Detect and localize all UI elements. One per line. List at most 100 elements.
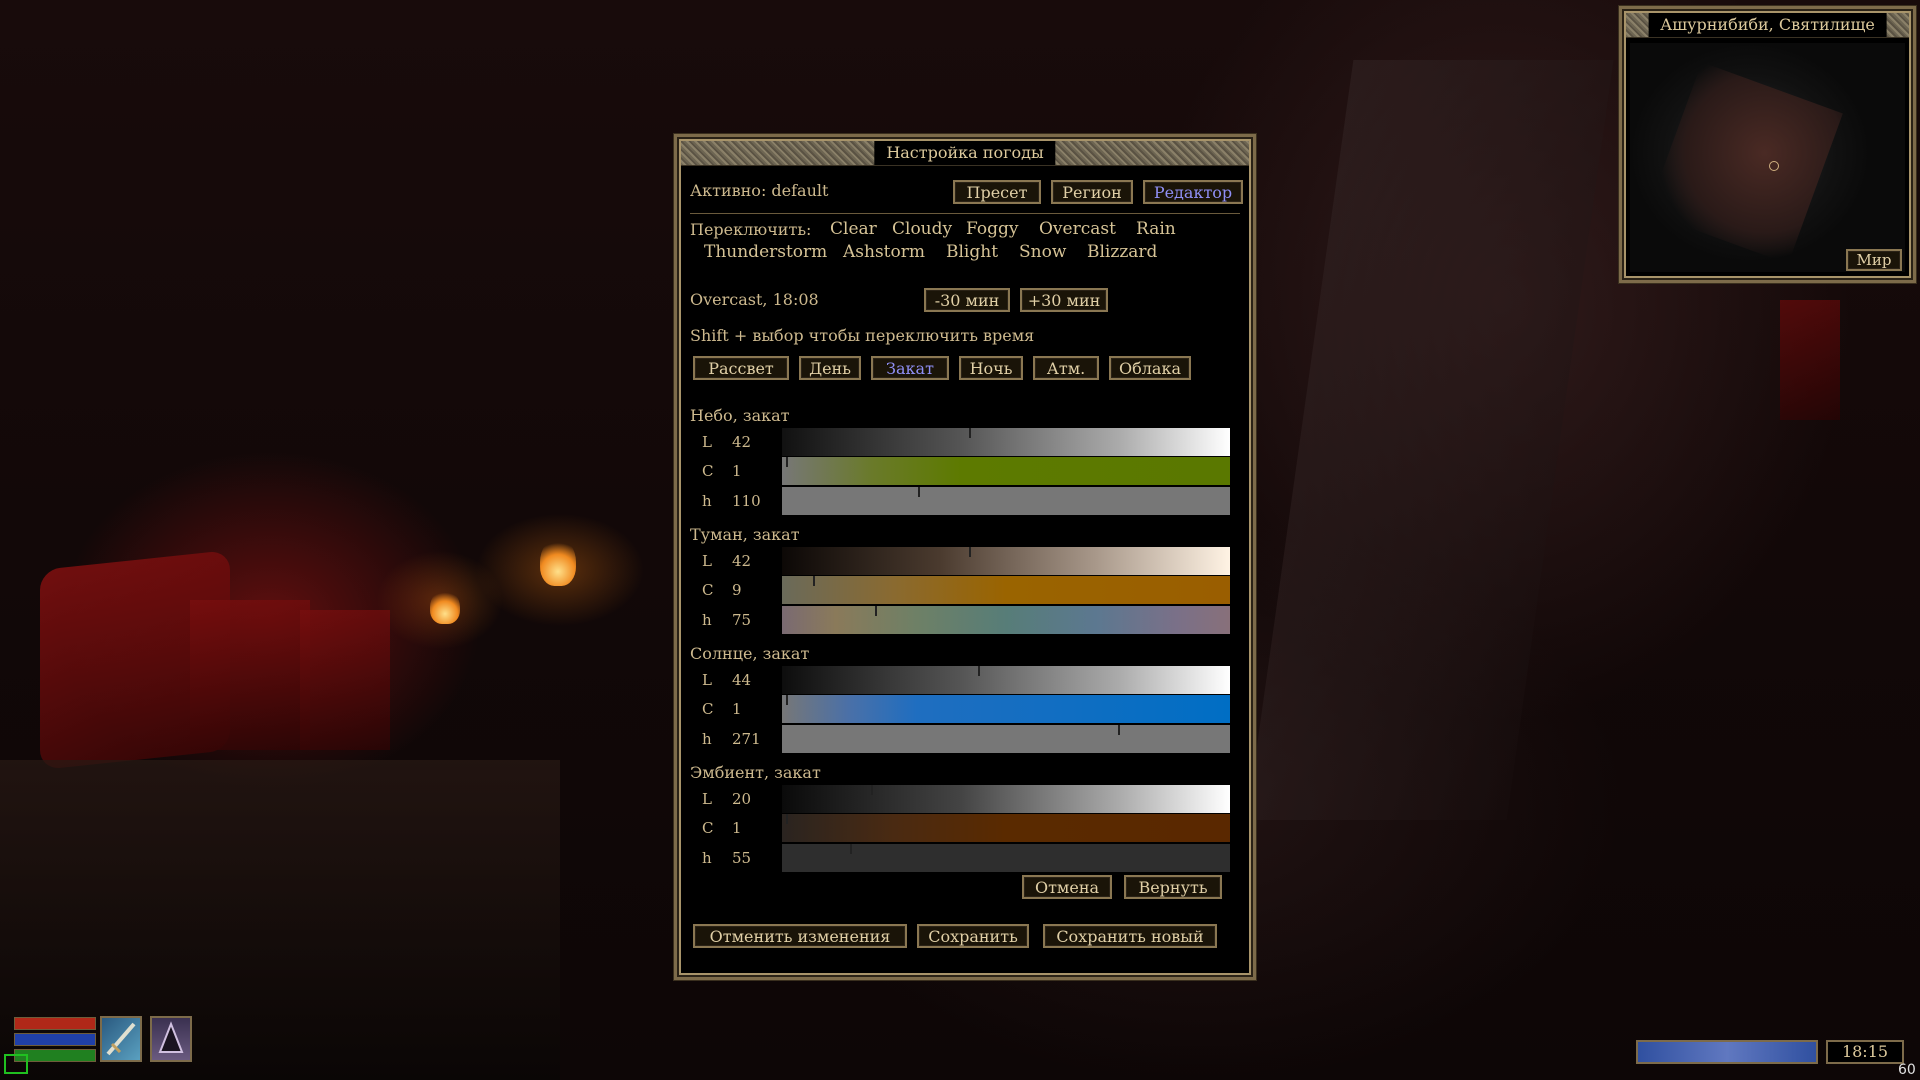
weather-cloudy[interactable]: Cloudy (892, 219, 952, 239)
rock-pillar-right (1246, 60, 1614, 820)
minimap-terrain (1647, 62, 1843, 264)
row-value: 42 (732, 433, 752, 451)
slider-handle[interactable] (786, 457, 788, 467)
row-label: C (702, 581, 714, 599)
weather-window-titlebar[interactable]: Настройка погоды (681, 141, 1249, 166)
dagger-icon-glyph (106, 1022, 136, 1056)
fog-lightness-slider[interactable] (782, 547, 1230, 575)
row-value: 1 (732, 700, 742, 718)
slider-handle[interactable] (978, 666, 980, 676)
torch-flame-2 (430, 590, 460, 624)
sun-chroma-slider[interactable] (782, 695, 1230, 723)
fog-hue-slider[interactable] (782, 606, 1230, 634)
row-value: 42 (732, 552, 752, 570)
shrine-spell-glyph (158, 1021, 184, 1053)
sky-hue-slider[interactable] (782, 487, 1230, 515)
slider-handle[interactable] (918, 487, 920, 497)
row-value: 1 (732, 819, 742, 837)
dagger-icon[interactable] (100, 1016, 142, 1062)
weather-foggy[interactable]: Foggy (966, 219, 1018, 239)
sun-hue-slider[interactable] (782, 725, 1230, 753)
tab-preset[interactable]: Пресет (953, 180, 1041, 204)
slider-handle[interactable] (786, 814, 788, 824)
row-value: 271 (732, 730, 761, 748)
cancel-button[interactable]: Отмена (1022, 875, 1112, 899)
weather-thunderstorm[interactable]: Thunderstorm (704, 242, 827, 262)
active-effects-bar (1636, 1040, 1818, 1064)
red-tapestry-left (40, 550, 230, 770)
ambient-lightness-slider[interactable] (782, 785, 1230, 813)
tab-day[interactable]: День (799, 356, 861, 380)
row-value: 75 (732, 611, 752, 629)
row-label: C (702, 700, 714, 718)
tab-editor[interactable]: Редактор (1143, 180, 1243, 204)
weather-rain[interactable]: Rain (1136, 219, 1176, 239)
magicka-bar (14, 1033, 96, 1046)
clock-box: 18:15 (1826, 1040, 1904, 1064)
row-label: h (702, 730, 712, 748)
row-label: L (702, 671, 712, 689)
row-label: L (702, 790, 712, 808)
ambient-hue-slider[interactable] (782, 844, 1230, 872)
stone-floor (0, 760, 560, 1080)
minimap-title: Ашурнибиби, Святилище (1648, 13, 1887, 37)
section-title-ambient: Эмбиент, закат (690, 763, 821, 782)
weather-ashstorm[interactable]: Ashstorm (843, 242, 925, 262)
weather-blizzard[interactable]: Blizzard (1087, 242, 1157, 262)
switch-label: Переключить: (690, 220, 812, 239)
revert-button[interactable]: Вернуть (1124, 875, 1222, 899)
row-label: C (702, 819, 714, 837)
red-tapestry-right (300, 610, 390, 750)
slider-handle[interactable] (850, 844, 852, 854)
sky-chroma-slider[interactable] (782, 457, 1230, 485)
tab-region[interactable]: Регион (1051, 180, 1133, 204)
save-button[interactable]: Сохранить (917, 924, 1029, 948)
world-map-button[interactable]: Мир (1846, 249, 1902, 271)
slider-handle[interactable] (813, 576, 815, 586)
tab-sunset[interactable]: Закат (871, 356, 949, 380)
row-value: 9 (732, 581, 742, 599)
active-preset-label: Активно: default (690, 181, 829, 200)
minimap-view[interactable] (1630, 43, 1905, 272)
row-value: 20 (732, 790, 752, 808)
header-divider (690, 213, 1240, 214)
section-title-fog: Туман, закат (690, 525, 800, 544)
tab-atmosphere[interactable]: Атм. (1033, 356, 1099, 380)
slider-handle[interactable] (969, 428, 971, 438)
ambient-chroma-slider[interactable] (782, 814, 1230, 842)
time-plus-button[interactable]: +30 мин (1020, 288, 1108, 312)
weather-clear[interactable]: Clear (830, 219, 877, 239)
tab-clouds[interactable]: Облака (1109, 356, 1191, 380)
slider-handle[interactable] (969, 547, 971, 557)
weather-overcast[interactable]: Overcast (1039, 219, 1116, 239)
sky-lightness-slider[interactable] (782, 428, 1230, 456)
row-value: 1 (732, 462, 742, 480)
tab-night[interactable]: Ночь (959, 356, 1023, 380)
row-label: h (702, 849, 712, 867)
slider-handle[interactable] (871, 785, 873, 795)
player-marker-icon (1769, 161, 1779, 171)
current-weather-status: Overcast, 18:08 (690, 290, 819, 309)
minimap-titlebar[interactable]: Ашурнибиби, Святилище (1626, 13, 1909, 38)
weather-blight[interactable]: Blight (946, 242, 998, 262)
fps-indicator-icon (4, 1054, 28, 1074)
slider-handle[interactable] (875, 606, 877, 616)
tab-sunrise[interactable]: Рассвет (693, 356, 789, 380)
health-bar (14, 1017, 96, 1030)
shift-hint: Shift + выбор чтобы переключить время (690, 326, 1035, 345)
section-title-sun: Солнце, закат (690, 644, 810, 663)
row-value: 44 (732, 671, 752, 689)
time-minus-button[interactable]: -30 мин (924, 288, 1010, 312)
sun-lightness-slider[interactable] (782, 666, 1230, 694)
discard-changes-button[interactable]: Отменить изменения (693, 924, 907, 948)
torch-flame-1 (540, 538, 576, 586)
weather-snow[interactable]: Snow (1019, 242, 1066, 262)
shrine-spell-icon[interactable] (150, 1016, 192, 1062)
slider-handle[interactable] (786, 695, 788, 705)
save-new-button[interactable]: Сохранить новый (1043, 924, 1217, 948)
game-clock: 18:15 (1841, 1042, 1889, 1061)
red-tapestry-middle (190, 600, 310, 750)
slider-handle[interactable] (1118, 725, 1120, 735)
fog-chroma-slider[interactable] (782, 576, 1230, 604)
row-value: 55 (732, 849, 752, 867)
